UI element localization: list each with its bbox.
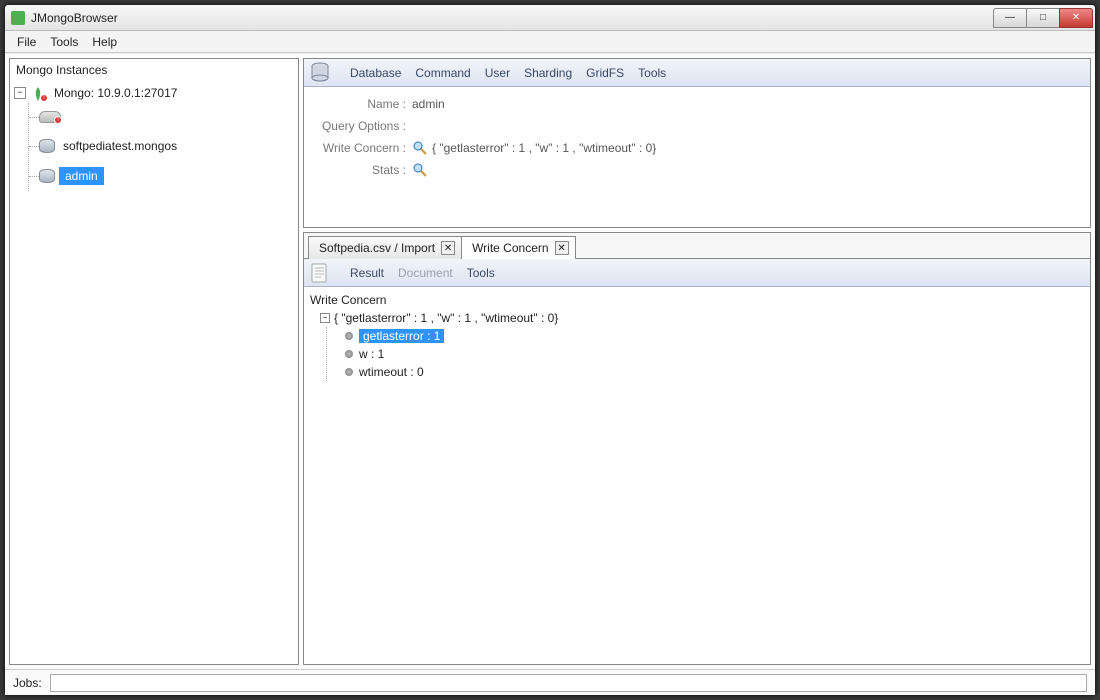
result-menu-document: Document	[398, 266, 453, 280]
database-icon	[39, 169, 55, 183]
title-bar: JMongoBrowser — □ ✕	[5, 5, 1095, 31]
error-badge-icon: !	[54, 116, 62, 124]
database-icon	[39, 139, 55, 153]
window-buttons: — □ ✕	[994, 8, 1093, 28]
bullet-icon	[345, 332, 353, 340]
mongo-leaf-icon: !	[30, 86, 46, 100]
tab-import[interactable]: Softpedia.csv / Import ✕	[308, 236, 462, 259]
prop-name: Name : admin	[314, 93, 1080, 115]
database-cylinder-icon	[310, 62, 332, 84]
tree-db-label: softpediatest.mongos	[59, 137, 181, 155]
instances-pane: Mongo Instances − ! Mongo: 10.9.0.1:2701…	[9, 58, 299, 665]
tab-label: Softpedia.csv / Import	[319, 241, 435, 255]
result-field-row[interactable]: wtimeout : 0	[327, 363, 1084, 381]
prop-write-concern: Write Concern : { "getlasterror" : 1 , "…	[314, 137, 1080, 159]
prop-stats: Stats :	[314, 159, 1080, 181]
db-menu-gridfs[interactable]: GridFS	[586, 66, 624, 80]
prop-name-value: admin	[412, 97, 445, 111]
document-icon	[310, 262, 332, 284]
result-menu-tools[interactable]: Tools	[467, 266, 495, 280]
result-summary-row[interactable]: − { "getlasterror" : 1 , "w" : 1 , "wtim…	[310, 309, 1084, 327]
app-icon	[11, 11, 25, 25]
tree-db-admin[interactable]: admin	[29, 161, 294, 191]
result-root-label: Write Concern	[310, 293, 386, 307]
magnifier-icon[interactable]	[412, 140, 428, 156]
result-summary: { "getlasterror" : 1 , "w" : 1 , "wtimeo…	[334, 311, 558, 325]
tree-root-label: Mongo: 10.9.0.1:27017	[50, 84, 181, 102]
error-badge-icon: !	[40, 94, 48, 102]
minimize-button[interactable]: —	[993, 8, 1027, 28]
tab-close-icon[interactable]: ✕	[441, 241, 455, 255]
prop-query-options: Query Options :	[314, 115, 1080, 137]
database-panel: Database Command User Sharding GridFS To…	[303, 58, 1091, 228]
db-menu-command[interactable]: Command	[415, 66, 470, 80]
prop-name-label: Name :	[314, 97, 406, 111]
result-toolbar: Result Document Tools	[304, 259, 1090, 287]
result-root[interactable]: Write Concern	[310, 291, 1084, 309]
status-bar: Jobs:	[5, 669, 1095, 695]
results-panel: Softpedia.csv / Import ✕ Write Concern ✕…	[303, 232, 1091, 665]
prop-wc-label: Write Concern :	[314, 141, 406, 155]
result-menu-result[interactable]: Result	[350, 266, 384, 280]
tree-server-node[interactable]: !	[29, 103, 294, 131]
tree-root[interactable]: − ! Mongo: 10.9.0.1:27017	[14, 83, 294, 103]
prop-wc-value: { "getlasterror" : 1 , "w" : 1 , "wtimeo…	[432, 141, 656, 155]
instances-tree[interactable]: − ! Mongo: 10.9.0.1:27017 !	[10, 81, 298, 664]
right-pane: Database Command User Sharding GridFS To…	[303, 58, 1091, 665]
collapse-icon[interactable]: −	[320, 313, 330, 323]
prop-query-label: Query Options :	[314, 119, 406, 133]
menu-file[interactable]: File	[11, 33, 42, 51]
menu-help[interactable]: Help	[86, 33, 123, 51]
app-window: JMongoBrowser — □ ✕ File Tools Help Mong…	[4, 4, 1096, 696]
work-area: Mongo Instances − ! Mongo: 10.9.0.1:2701…	[5, 53, 1095, 669]
tree-db-label-selected: admin	[59, 167, 104, 185]
result-field-label: wtimeout : 0	[359, 365, 424, 379]
result-field-selected: getlasterror : 1	[359, 329, 444, 343]
db-menu-tools[interactable]: Tools	[638, 66, 666, 80]
bullet-icon	[345, 350, 353, 358]
db-menu-user[interactable]: User	[485, 66, 510, 80]
close-button[interactable]: ✕	[1059, 8, 1093, 28]
instances-title: Mongo Instances	[10, 59, 298, 81]
maximize-button[interactable]: □	[1026, 8, 1060, 28]
prop-stats-label: Stats :	[314, 163, 406, 177]
window-title: JMongoBrowser	[31, 11, 994, 25]
tab-label: Write Concern	[472, 241, 548, 255]
db-menu-sharding[interactable]: Sharding	[524, 66, 572, 80]
tab-close-icon[interactable]: ✕	[555, 241, 569, 255]
result-tree[interactable]: Write Concern − { "getlasterror" : 1 , "…	[304, 287, 1090, 385]
tree-db-softpediatest[interactable]: softpediatest.mongos	[29, 131, 294, 161]
status-jobs-field	[50, 674, 1087, 692]
db-menu-database[interactable]: Database	[350, 66, 401, 80]
tab-write-concern[interactable]: Write Concern ✕	[461, 236, 575, 259]
result-field-row[interactable]: getlasterror : 1	[327, 327, 1084, 345]
database-toolbar: Database Command User Sharding GridFS To…	[304, 59, 1090, 87]
result-field-row[interactable]: w : 1	[327, 345, 1084, 363]
collapse-icon[interactable]: −	[14, 87, 26, 99]
bullet-icon	[345, 368, 353, 376]
menu-tools[interactable]: Tools	[44, 33, 84, 51]
status-jobs-label: Jobs:	[13, 676, 42, 690]
magnifier-icon[interactable]	[412, 162, 428, 178]
result-tabs: Softpedia.csv / Import ✕ Write Concern ✕	[304, 233, 1090, 259]
menu-bar: File Tools Help	[5, 31, 1095, 53]
database-properties: Name : admin Query Options : Write Conce…	[304, 87, 1090, 187]
server-icon: !	[39, 111, 61, 123]
result-field-label: w : 1	[359, 347, 384, 361]
